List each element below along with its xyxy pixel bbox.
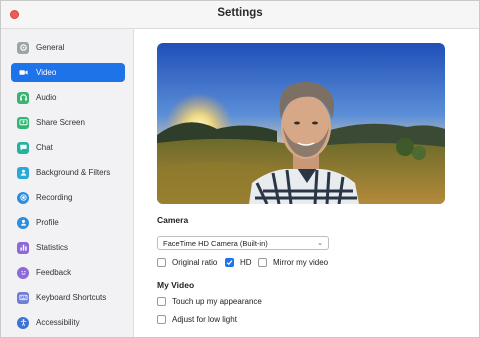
- touch-up-label: Touch up my appearance: [172, 297, 262, 306]
- camera-select-value: FaceTime HD Camera (Built-in): [163, 238, 268, 248]
- sidebar-item-label: Share Screen: [36, 118, 85, 127]
- low-light-option[interactable]: Adjust for low light: [157, 315, 237, 324]
- feedback-smiley-icon: [17, 266, 29, 279]
- low-light-checkbox[interactable]: [157, 315, 166, 324]
- touch-up-checkbox[interactable]: [157, 297, 166, 306]
- camera-preview-image: [157, 43, 445, 204]
- my-video-heading: My Video: [157, 280, 195, 290]
- camera-preview: [157, 43, 445, 204]
- chevron-down-icon: ⌄: [317, 240, 323, 247]
- sidebar-item-chat[interactable]: Chat: [11, 138, 125, 157]
- touch-up-option[interactable]: Touch up my appearance: [157, 297, 262, 306]
- sidebar-item-label: Background & Filters: [36, 168, 111, 177]
- statistics-icon: [17, 241, 29, 254]
- sidebar-item-accessibility[interactable]: Accessibility: [11, 313, 125, 332]
- accessibility-icon: [17, 316, 29, 329]
- original-ratio-checkbox[interactable]: [157, 258, 166, 267]
- hd-checkbox[interactable]: [225, 258, 234, 267]
- keyboard-icon: [17, 291, 29, 304]
- hd-label: HD: [240, 258, 252, 267]
- original-ratio-label: Original ratio: [172, 258, 218, 267]
- sidebar-item-label: Statistics: [36, 243, 69, 252]
- profile-icon: [17, 216, 29, 229]
- sidebar-item-share-screen[interactable]: Share Screen: [11, 113, 125, 132]
- sidebar-item-general[interactable]: General: [11, 38, 125, 57]
- sidebar-item-label: General: [36, 43, 65, 52]
- camera-select[interactable]: FaceTime HD Camera (Built-in) ⌄: [157, 236, 329, 250]
- sidebar-item-label: Audio: [36, 93, 57, 102]
- headphones-icon: [17, 91, 29, 104]
- share-screen-icon: [17, 116, 29, 129]
- sidebar-item-label: Feedback: [36, 268, 72, 277]
- mirror-video-option[interactable]: Mirror my video: [258, 258, 328, 267]
- mirror-video-label: Mirror my video: [273, 258, 329, 267]
- checkmark-icon: [226, 260, 233, 266]
- sidebar-item-feedback[interactable]: Feedback: [11, 263, 125, 282]
- title-bar: Settings: [1, 1, 479, 29]
- sidebar-item-profile[interactable]: Profile: [11, 213, 125, 232]
- sidebar: General Video Audio Share Screen Chat Ba…: [1, 29, 134, 337]
- video-camera-icon: [17, 67, 29, 79]
- sidebar-item-label: Profile: [36, 218, 59, 227]
- sidebar-item-video[interactable]: Video: [11, 63, 125, 82]
- gear-icon: [17, 41, 29, 54]
- sidebar-item-label: Video: [36, 68, 57, 77]
- background-person-icon: [17, 166, 29, 179]
- record-icon: [17, 191, 29, 204]
- settings-window: Settings General Video Audio Share Scree…: [0, 0, 480, 338]
- hd-option[interactable]: HD: [225, 258, 252, 267]
- sidebar-item-statistics[interactable]: Statistics: [11, 238, 125, 257]
- low-light-label: Adjust for low light: [172, 315, 237, 324]
- window-title: Settings: [217, 7, 263, 19]
- sidebar-item-audio[interactable]: Audio: [11, 88, 125, 107]
- video-settings-panel: Camera FaceTime HD Camera (Built-in) ⌄ O…: [134, 29, 479, 337]
- camera-heading: Camera: [157, 215, 189, 225]
- sidebar-item-keyboard-shortcuts[interactable]: Keyboard Shortcuts: [11, 288, 125, 307]
- sidebar-item-recording[interactable]: Recording: [11, 188, 125, 207]
- original-ratio-option[interactable]: Original ratio: [157, 258, 217, 267]
- mirror-video-checkbox[interactable]: [258, 258, 267, 267]
- sidebar-item-label: Keyboard Shortcuts: [36, 293, 107, 302]
- sidebar-item-label: Accessibility: [36, 318, 80, 327]
- chat-bubble-icon: [17, 141, 29, 154]
- sidebar-item-label: Recording: [36, 193, 73, 202]
- sidebar-item-background-filters[interactable]: Background & Filters: [11, 163, 125, 182]
- sidebar-item-label: Chat: [36, 143, 53, 152]
